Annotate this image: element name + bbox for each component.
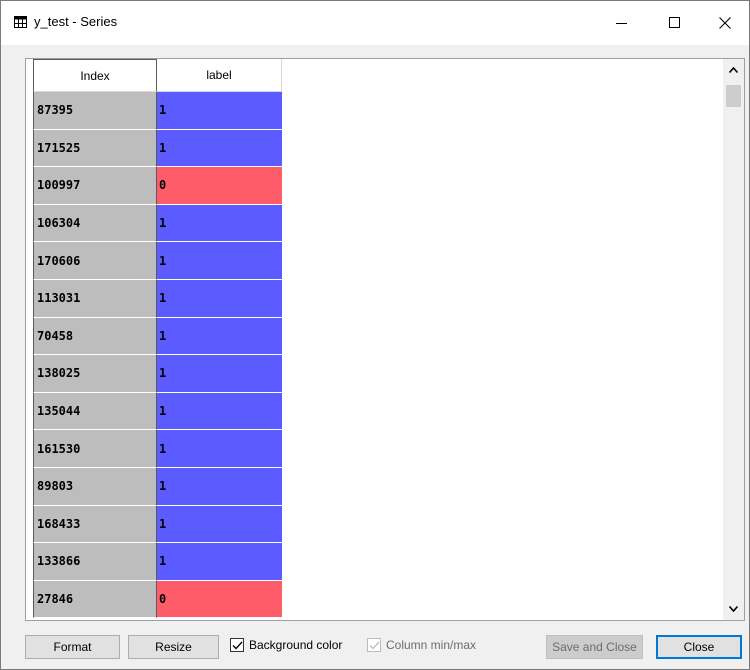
minimize-button[interactable] xyxy=(599,1,645,45)
chevron-down-icon xyxy=(729,606,738,612)
index-cell[interactable]: 106304 xyxy=(33,204,157,243)
table-row[interactable]: 27846 0 xyxy=(33,580,282,619)
index-cell[interactable]: 168433 xyxy=(33,505,157,544)
label-cell[interactable]: 0 xyxy=(157,167,282,205)
maximize-icon xyxy=(669,17,680,28)
label-cell[interactable]: 1 xyxy=(157,355,282,393)
background-color-checkbox[interactable]: Background color xyxy=(230,638,342,652)
index-cell[interactable]: 135044 xyxy=(33,392,157,431)
window-title: y_test - Series xyxy=(34,14,118,29)
label-cell[interactable]: 1 xyxy=(157,242,282,280)
index-cell[interactable]: 138025 xyxy=(33,355,157,393)
series-editor-window: y_test - Series Index label 87395 1 171525… xyxy=(0,0,750,670)
column-header-index[interactable]: Index xyxy=(33,59,157,92)
index-cell[interactable]: 87395 xyxy=(33,92,157,130)
index-cell[interactable]: 113031 xyxy=(33,279,157,318)
save-and-close-button[interactable]: Save and Close xyxy=(546,635,643,659)
label-cell[interactable]: 1 xyxy=(157,543,282,581)
table-row[interactable]: 100997 0 xyxy=(33,167,282,205)
table-row[interactable]: 113031 1 xyxy=(33,279,282,318)
label-cell[interactable]: 1 xyxy=(157,467,282,506)
vertical-scrollbar[interactable] xyxy=(723,59,744,620)
label-cell[interactable]: 1 xyxy=(157,430,282,468)
scroll-up-button[interactable] xyxy=(723,59,744,81)
label-cell[interactable]: 1 xyxy=(157,392,282,431)
label-cell[interactable]: 1 xyxy=(157,505,282,544)
table-row[interactable]: 133866 1 xyxy=(33,543,282,581)
format-button[interactable]: Format xyxy=(25,635,120,659)
table-grid-icon xyxy=(14,16,27,28)
scroll-down-button[interactable] xyxy=(723,598,744,620)
table-row[interactable]: 138025 1 xyxy=(33,355,282,393)
close-button[interactable]: Close xyxy=(656,635,742,659)
label-cell[interactable]: 1 xyxy=(157,279,282,318)
index-cell[interactable]: 100997 xyxy=(33,167,157,205)
title-bar[interactable]: y_test - Series xyxy=(1,1,749,45)
index-cell[interactable]: 27846 xyxy=(33,580,157,619)
table-row[interactable]: 106304 1 xyxy=(33,204,282,243)
table-row[interactable]: 171525 1 xyxy=(33,129,282,168)
index-cell[interactable]: 170606 xyxy=(33,242,157,280)
label-cell[interactable]: 0 xyxy=(157,580,282,619)
checkmark-icon xyxy=(369,641,379,649)
checkbox-box[interactable] xyxy=(367,638,381,652)
table-row[interactable]: 87395 1 xyxy=(33,92,282,130)
index-cell[interactable]: 161530 xyxy=(33,430,157,468)
checkbox-box[interactable] xyxy=(230,638,244,652)
label-cell[interactable]: 1 xyxy=(157,92,282,130)
minimize-icon xyxy=(616,23,627,24)
table-row[interactable]: 70458 1 xyxy=(33,317,282,356)
table-row[interactable]: 168433 1 xyxy=(33,505,282,544)
label-cell[interactable]: 1 xyxy=(157,317,282,356)
label-cell[interactable]: 1 xyxy=(157,129,282,168)
table-row[interactable]: 170606 1 xyxy=(33,242,282,280)
column-minmax-checkbox[interactable]: Column min/max xyxy=(367,638,476,652)
data-table[interactable]: Index label 87395 1 171525 1 100997 0 106304 1 1… xyxy=(25,58,745,621)
checkmark-icon xyxy=(232,641,242,649)
table-row[interactable]: 89803 1 xyxy=(33,467,282,506)
resize-button[interactable]: Resize xyxy=(128,635,219,659)
scroll-thumb[interactable] xyxy=(726,85,741,107)
column-header-label[interactable]: label xyxy=(157,59,282,92)
table-row[interactable]: 161530 1 xyxy=(33,430,282,468)
table-row[interactable]: 135044 1 xyxy=(33,392,282,431)
close-icon xyxy=(719,17,731,29)
close-window-button[interactable] xyxy=(702,1,748,45)
index-cell[interactable]: 70458 xyxy=(33,317,157,356)
maximize-button[interactable] xyxy=(652,1,698,45)
table-body: 87395 1 171525 1 100997 0 106304 1 170606 1 113031… xyxy=(33,92,282,619)
index-cell[interactable]: 89803 xyxy=(33,467,157,506)
chevron-up-icon xyxy=(729,67,738,73)
checkbox-label: Column min/max xyxy=(386,638,477,652)
index-cell[interactable]: 171525 xyxy=(33,129,157,168)
label-cell[interactable]: 1 xyxy=(157,204,282,243)
index-cell[interactable]: 133866 xyxy=(33,543,157,581)
checkbox-label: Background color xyxy=(249,638,343,652)
